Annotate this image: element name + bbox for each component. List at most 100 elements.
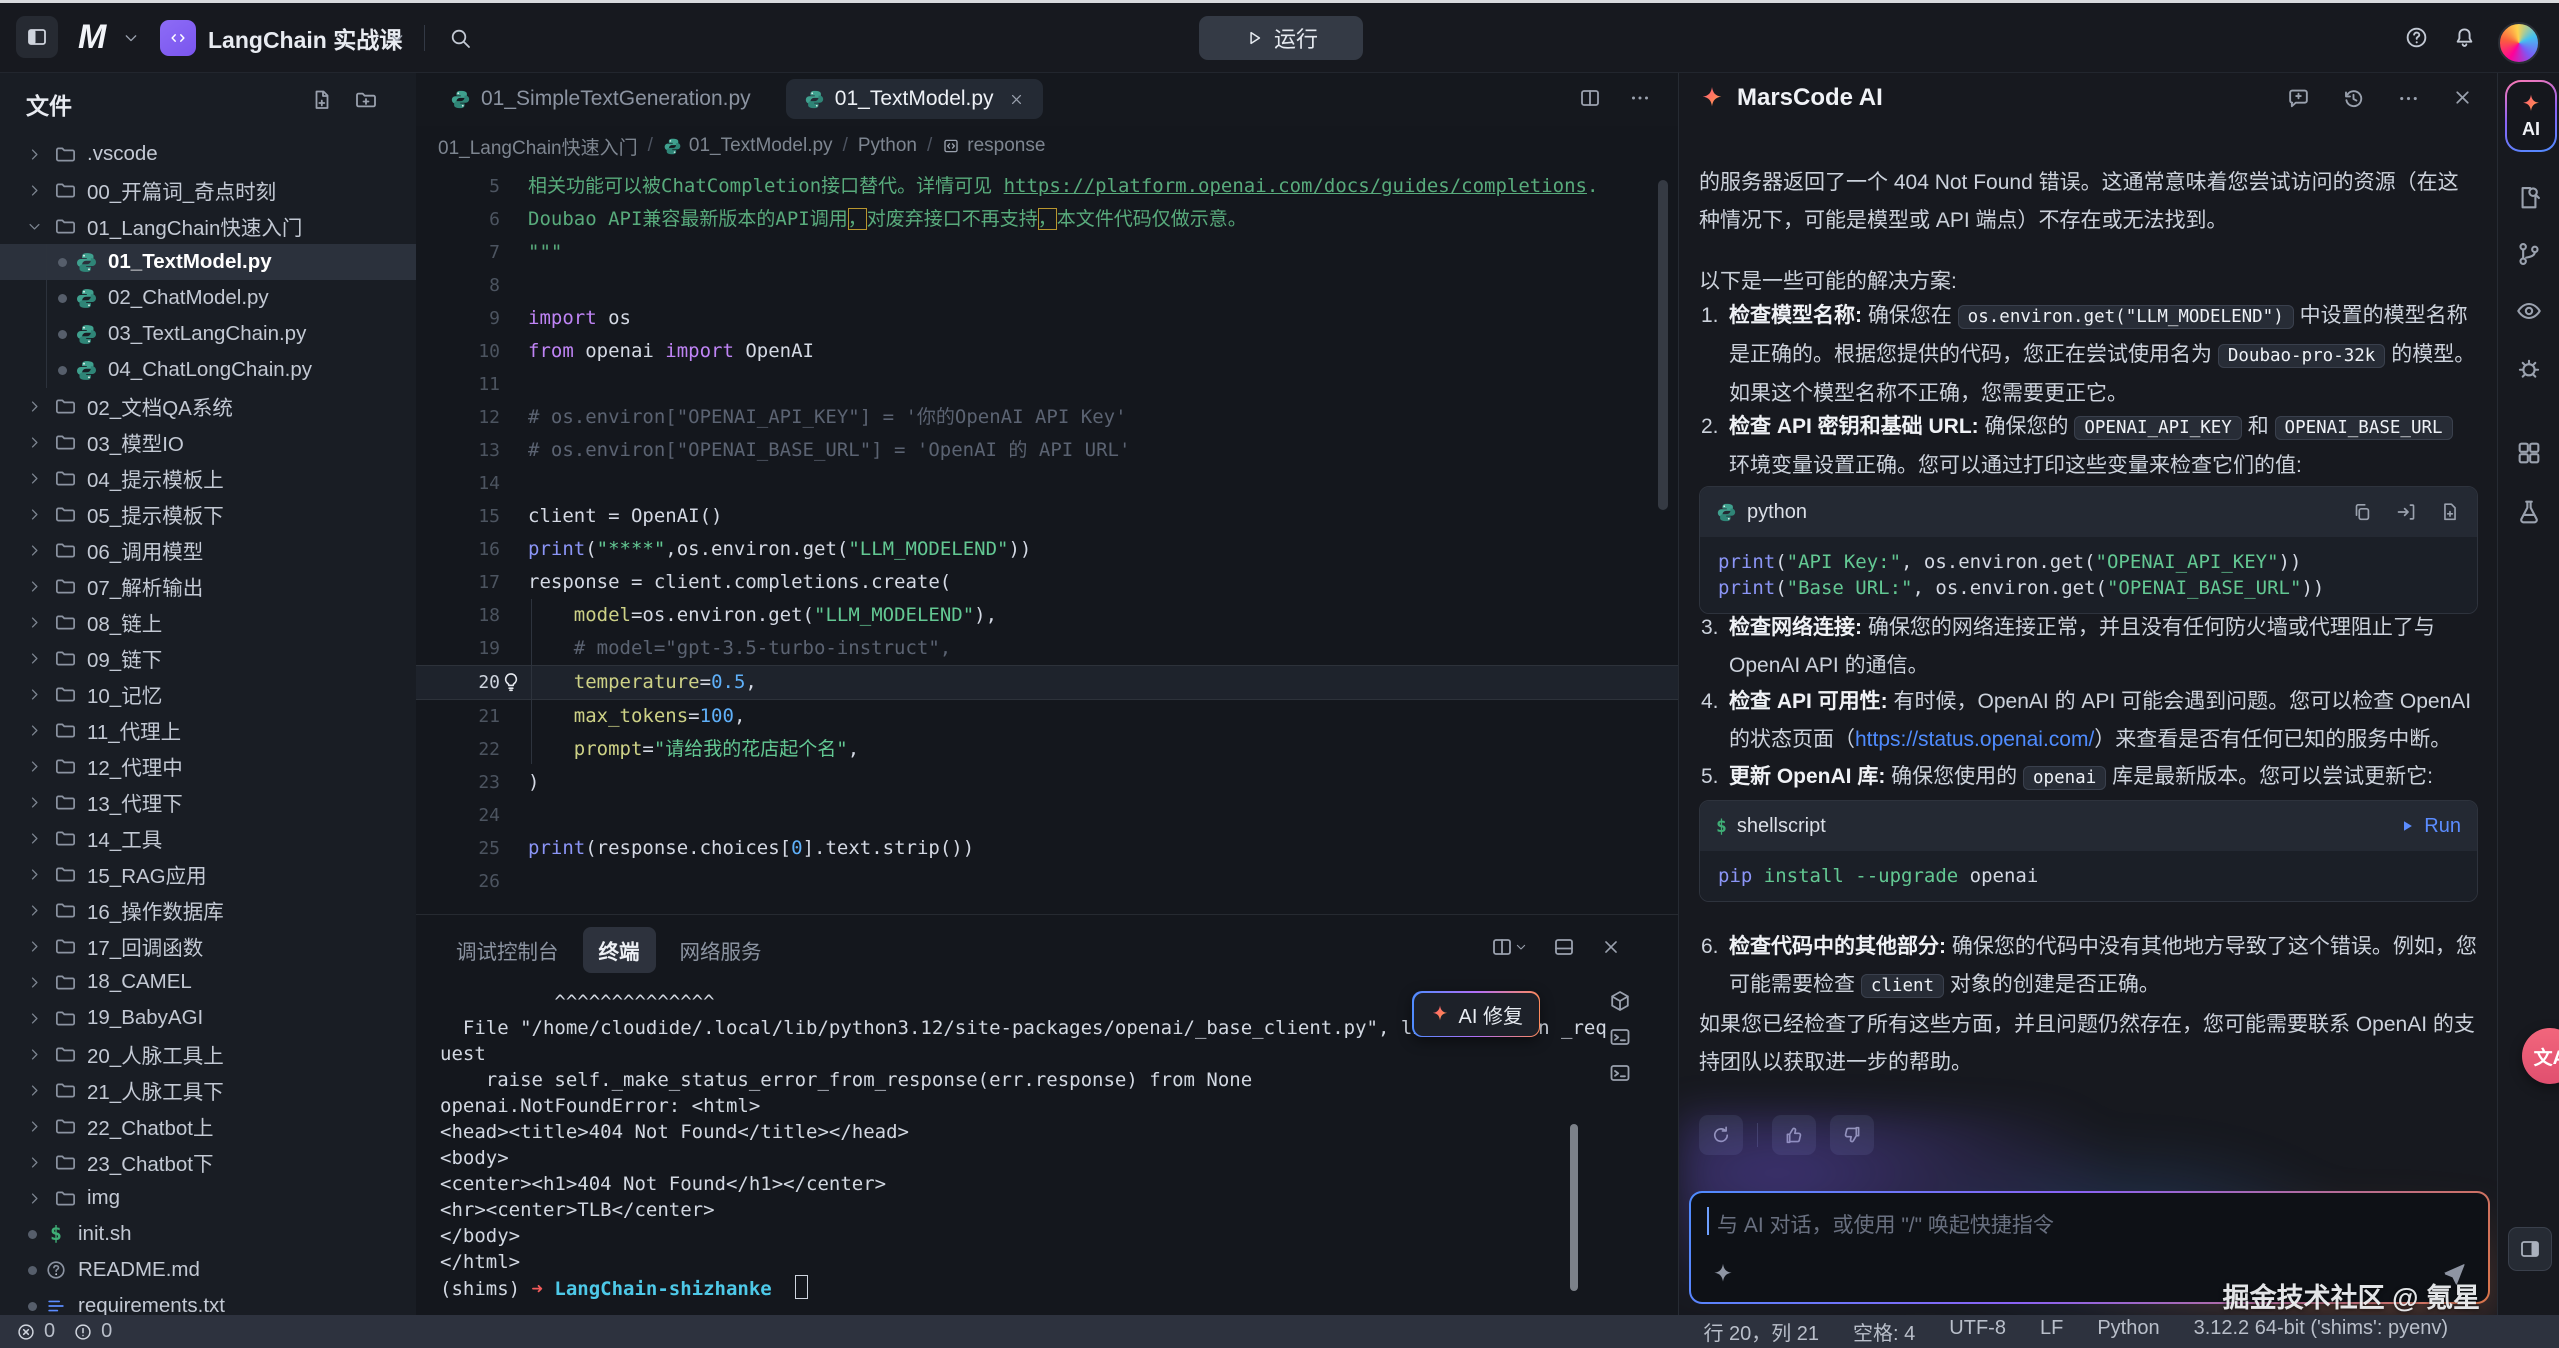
editor-scrollbar[interactable]	[1658, 180, 1668, 510]
code-line-5[interactable]: 5相关功能可以被ChatCompletion接口替代。详情可见 https://…	[416, 170, 1678, 203]
project-chevron-icon[interactable]	[388, 3, 406, 72]
tree-file-03_TextLangChain.py[interactable]: 03_TextLangChain.py	[0, 316, 416, 352]
help-icon[interactable]	[2404, 3, 2429, 72]
code-line-22[interactable]: 22 prompt="请给我的花店起个名",	[416, 733, 1678, 766]
tree-folder-02_文档QA系统[interactable]: 02_文档QA系统	[0, 388, 416, 424]
tree-folder-05_提示模板下[interactable]: 05_提示模板下	[0, 496, 416, 532]
tree-file-04_ChatLongChain.py[interactable]: 04_ChatLongChain.py	[0, 352, 416, 388]
tree-folder-13_代理下[interactable]: 13_代理下	[0, 784, 416, 820]
ai-fix-button[interactable]: AI 修复	[1412, 991, 1540, 1037]
sidebar-toggle-button[interactable]	[16, 16, 58, 58]
panel-tab-调试控制台[interactable]: 调试控制台	[440, 927, 575, 973]
panel-tab-终端[interactable]: 终端	[583, 927, 656, 973]
code-line-25[interactable]: 25print(response.choices[0].text.strip()…	[416, 832, 1678, 865]
tree-folder-.vscode[interactable]: .vscode	[0, 136, 416, 172]
lightbulb-icon[interactable]	[500, 671, 522, 693]
status-item[interactable]: 空格: 4	[1853, 1317, 1915, 1346]
breadcrumb-item[interactable]: 01_TextModel.py	[663, 135, 833, 157]
ai-assistant-badge[interactable]: AI	[2505, 80, 2557, 152]
tree-folder-img[interactable]: img	[0, 1180, 416, 1216]
tree-folder-07_解析输出[interactable]: 07_解析输出	[0, 568, 416, 604]
tests-flask-icon[interactable]	[2515, 498, 2543, 526]
tree-folder-00_开篇词_奇点时刻[interactable]: 00_开篇词_奇点时刻	[0, 172, 416, 208]
tree-file-02_ChatModel.py[interactable]: 02_ChatModel.py	[0, 280, 416, 316]
code-line-19[interactable]: 19 # model="gpt-3.5-turbo-instruct",	[416, 632, 1678, 665]
tree-folder-09_链下[interactable]: 09_链下	[0, 640, 416, 676]
logo-chevron-icon[interactable]	[122, 3, 140, 72]
tree-folder-06_调用模型[interactable]: 06_调用模型	[0, 532, 416, 568]
search-icon[interactable]	[448, 3, 472, 72]
notifications-bell-icon[interactable]	[2452, 3, 2477, 72]
preview-eye-icon[interactable]	[2515, 297, 2543, 325]
code-line-18[interactable]: 18 model=os.environ.get("LLM_MODELEND"),	[416, 599, 1678, 632]
editor-tab-01_TextModel.py[interactable]: 01_TextModel.py	[786, 79, 1043, 119]
new-folder-icon[interactable]	[354, 88, 378, 112]
tree-folder-21_人脉工具下[interactable]: 21_人脉工具下	[0, 1072, 416, 1108]
code-line-15[interactable]: 15client = OpenAI()	[416, 500, 1678, 533]
code-line-14[interactable]: 14	[416, 467, 1678, 500]
more-icon[interactable]	[1628, 86, 1652, 110]
panel-tab-网络服务[interactable]: 网络服务	[664, 927, 778, 973]
close-icon[interactable]	[1008, 91, 1025, 108]
code-line-17[interactable]: 17response = client.completions.create(	[416, 566, 1678, 599]
code-line-21[interactable]: 21 max_tokens=100,	[416, 700, 1678, 733]
link[interactable]: https://status.openai.com/	[1855, 728, 2094, 751]
file-search-icon[interactable]	[2515, 184, 2543, 212]
code-block-body[interactable]: print("API Key:", os.environ.get("OPENAI…	[1700, 537, 2477, 613]
problems-indicator[interactable]: 0 0	[16, 1320, 122, 1343]
marscode-logo[interactable]: M	[78, 3, 104, 72]
tree-folder-01_LangChain快速入门[interactable]: 01_LangChain快速入门	[0, 208, 416, 244]
new-file-icon[interactable]	[2439, 501, 2461, 523]
status-item[interactable]: 行 20，列 21	[1703, 1317, 1819, 1346]
tree-folder-22_Chatbot上[interactable]: 22_Chatbot上	[0, 1108, 416, 1144]
tree-file-requirements.txt[interactable]: requirements.txt	[0, 1288, 416, 1315]
avatar[interactable]	[2498, 22, 2540, 64]
code-line-6[interactable]: 6Doubao API兼容最新版本的API调用，对废弃接口不再支持，本文件代码仅…	[416, 203, 1678, 236]
tree-folder-11_代理上[interactable]: 11_代理上	[0, 712, 416, 748]
tree-folder-04_提示模板上[interactable]: 04_提示模板上	[0, 460, 416, 496]
code-block-body[interactable]: pip install --upgrade openai	[1700, 851, 2477, 901]
status-item[interactable]: 3.12.2 64-bit ('shims': pyenv)	[2194, 1317, 2448, 1346]
panel-layout-icon[interactable]	[1552, 935, 1576, 959]
code-line-11[interactable]: 11	[416, 368, 1678, 401]
tree-folder-19_BabyAGI[interactable]: 19_BabyAGI	[0, 1000, 416, 1036]
code-line-8[interactable]: 8	[416, 269, 1678, 302]
tree-file-01_TextModel.py[interactable]: 01_TextModel.py	[0, 244, 416, 280]
tree-folder-03_模型IO[interactable]: 03_模型IO	[0, 424, 416, 460]
tree-folder-15_RAG应用[interactable]: 15_RAG应用	[0, 856, 416, 892]
run-code-button[interactable]: Run	[2398, 815, 2461, 838]
code-line-9[interactable]: 9import os	[416, 302, 1678, 335]
status-item[interactable]: UTF-8	[1949, 1317, 2006, 1346]
code-line-16[interactable]: 16print("****",os.environ.get("LLM_MODEL…	[416, 533, 1678, 566]
breadcrumb-item[interactable]: Python	[858, 135, 917, 157]
tree-folder-18_CAMEL[interactable]: 18_CAMEL	[0, 964, 416, 1000]
debug-bug-icon[interactable]	[2515, 354, 2543, 382]
code-line-13[interactable]: 13# os.environ["OPENAI_BASE_URL"] = 'Ope…	[416, 434, 1678, 467]
terminal-icon[interactable]	[1608, 1061, 1632, 1085]
code-line-12[interactable]: 12# os.environ["OPENAI_API_KEY"] = '你的Op…	[416, 401, 1678, 434]
copy-icon[interactable]	[2351, 501, 2373, 523]
source-control-icon[interactable]	[2515, 240, 2543, 268]
status-item[interactable]: Python	[2097, 1317, 2159, 1346]
breadcrumb-item[interactable]: 01_LangChain快速入门	[438, 133, 638, 160]
translate-fab[interactable]: 文A	[2522, 1028, 2559, 1084]
tree-folder-23_Chatbot下[interactable]: 23_Chatbot下	[0, 1144, 416, 1180]
run-button[interactable]: 运行	[1199, 16, 1363, 60]
code-line-23[interactable]: 23)	[416, 766, 1678, 799]
terminal-scrollbar[interactable]	[1570, 1124, 1578, 1291]
split-terminal-icon[interactable]	[1490, 935, 1528, 959]
tree-folder-17_回调函数[interactable]: 17_回调函数	[0, 928, 416, 964]
tree-folder-10_记忆[interactable]: 10_记忆	[0, 676, 416, 712]
tree-folder-12_代理中[interactable]: 12_代理中	[0, 748, 416, 784]
split-editor-icon[interactable]	[1578, 86, 1602, 110]
status-item[interactable]: LF	[2040, 1317, 2063, 1346]
project-name[interactable]: LangChain 实战课	[208, 3, 402, 72]
extensions-grid-icon[interactable]	[2515, 439, 2543, 467]
new-file-icon[interactable]	[310, 88, 334, 112]
close-panel-icon[interactable]	[1600, 936, 1622, 958]
cube-icon[interactable]	[1608, 989, 1632, 1013]
code-editor[interactable]: 5相关功能可以被ChatCompletion接口替代。详情可见 https://…	[416, 166, 1678, 914]
editor-tab-01_SimpleTextGeneration.py[interactable]: 01_SimpleTextGeneration.py	[432, 79, 769, 119]
code-line-24[interactable]: 24	[416, 799, 1678, 832]
tree-folder-16_操作数据库[interactable]: 16_操作数据库	[0, 892, 416, 928]
